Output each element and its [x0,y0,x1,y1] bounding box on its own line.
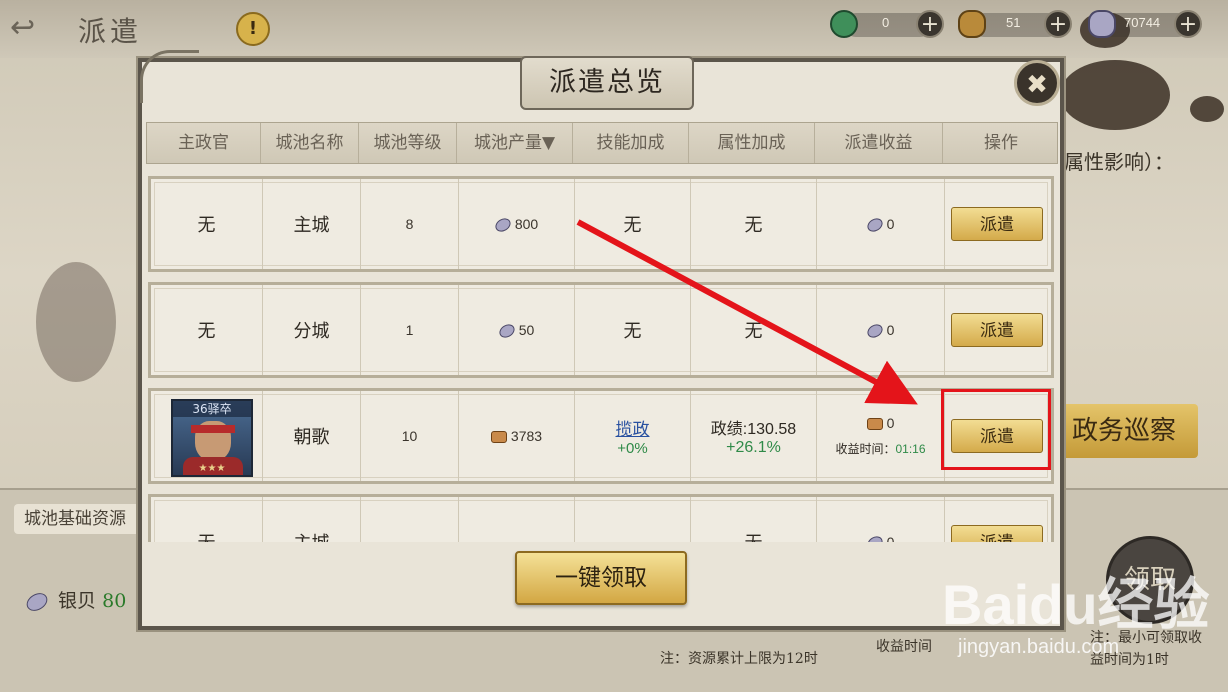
annotation-highlight-box [941,389,1051,470]
watermark-url: jingyan.baidu.com [958,636,1120,658]
baidu-watermark: Baidu经验 [942,573,1210,636]
